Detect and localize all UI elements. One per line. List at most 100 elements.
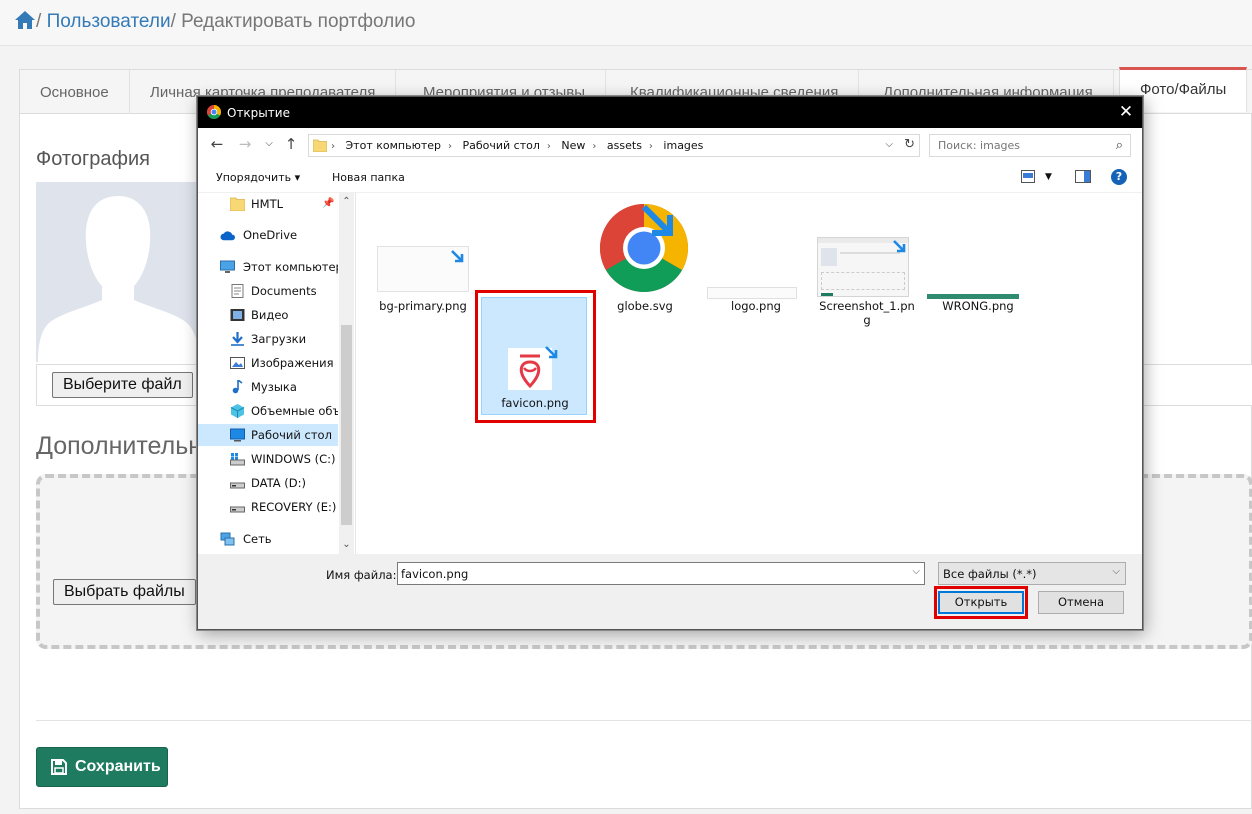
drive-icon	[230, 482, 245, 489]
file-item-bg-primary[interactable]: bg-primary.png	[370, 201, 476, 319]
help-icon[interactable]: ?	[1111, 169, 1127, 185]
path-segment[interactable]: New	[561, 139, 585, 152]
breadcrumb-separator: /	[170, 11, 176, 32]
new-folder-button[interactable]: Новая папка	[332, 171, 405, 184]
dialog-title: Открытие	[227, 106, 290, 120]
additional-section-title: Дополнительны	[36, 432, 220, 460]
network-icon	[220, 532, 235, 546]
close-icon[interactable]: ✕	[1110, 97, 1142, 128]
forward-arrow-icon[interactable]: →	[236, 135, 254, 153]
nav-item-onedrive[interactable]: OneDrive	[198, 224, 338, 246]
shortcut-arrow-icon	[893, 240, 906, 253]
photo-section-title: Фотография	[36, 148, 150, 170]
filename-value: favicon.png	[401, 567, 469, 581]
file-item-wrong[interactable]: WRONG.png	[925, 201, 1031, 319]
scrollbar-thumb[interactable]	[341, 325, 352, 525]
nav-item-3d-objects[interactable]: Объемные объ	[198, 400, 338, 422]
search-input[interactable]: Поиск: images ⌕	[929, 134, 1131, 157]
breadcrumb-users-link[interactable]: Пользователи	[47, 11, 171, 32]
tab-general[interactable]: Основное	[20, 70, 130, 114]
breadcrumb-current: Редактировать портфолио	[181, 11, 416, 32]
address-path: › Этот компьютер › Рабочий стол › New › ass…	[331, 139, 704, 152]
chevron-down-icon[interactable]: ⌵	[1112, 566, 1120, 577]
file-list: bg-primary.png favicon.png globe.svg log…	[356, 193, 1142, 554]
command-bar: Упорядочить ▾ Новая папка ▼ ?	[198, 162, 1142, 193]
folder-icon	[230, 197, 245, 211]
filename-label: Имя файла:	[326, 568, 397, 582]
top-bar: / Пользователи/ Редактировать портфолио	[0, 0, 1252, 46]
dialog-nav-bar: ← → ⌵ ↑ › Этот компьютер › Рабочий стол › …	[198, 128, 1142, 162]
nav-item-drive-c[interactable]: WINDOWS (C:)	[198, 448, 338, 470]
file-item-logo[interactable]: logo.png	[703, 201, 809, 319]
choose-file-button[interactable]: Выберите файл	[52, 372, 193, 398]
nav-item-this-pc[interactable]: Этот компьютер	[198, 256, 338, 278]
scroll-down-icon[interactable]: ⌄	[339, 538, 354, 552]
cloud-icon	[220, 231, 235, 241]
nav-item-video[interactable]: Видео	[198, 304, 338, 326]
organize-button[interactable]: Упорядочить ▾	[216, 171, 300, 184]
shortcut-arrow-icon	[451, 250, 464, 263]
chrome-icon	[207, 105, 221, 119]
avatar	[36, 182, 201, 362]
nav-item-network[interactable]: Сеть	[198, 528, 338, 550]
recent-dropdown-icon[interactable]: ⌵	[260, 135, 278, 153]
filename-input[interactable]: favicon.png ⌵	[397, 562, 925, 585]
dialog-footer: Имя файла: favicon.png ⌵ Все файлы (*.*)…	[198, 554, 1142, 629]
avatar-silhouette-icon	[38, 196, 199, 362]
nav-item-pictures[interactable]: Изображения	[198, 352, 338, 374]
address-dropdown-icon[interactable]: ⌵	[885, 139, 893, 150]
cancel-button[interactable]: Отмена	[1038, 591, 1124, 614]
preview-pane-icon[interactable]	[1075, 170, 1091, 183]
nav-item-drive-d[interactable]: DATA (D:)	[198, 472, 338, 494]
file-type-select[interactable]: Все файлы (*.*) ⌵	[938, 562, 1126, 585]
file-name: globe.svg	[617, 299, 673, 313]
search-placeholder: Поиск: images	[938, 139, 1021, 152]
music-icon	[232, 380, 243, 394]
divider	[36, 720, 1252, 721]
nav-item-desktop[interactable]: Рабочий стол	[198, 424, 338, 446]
floppy-disk-icon	[51, 759, 67, 775]
save-button-label: Сохранить	[75, 758, 161, 775]
file-item-screenshot[interactable]: Screenshot_1.png	[814, 201, 920, 327]
pictures-icon	[230, 357, 245, 369]
view-options-icon[interactable]	[1021, 170, 1035, 183]
document-icon	[231, 284, 244, 298]
view-dropdown-icon[interactable]: ▼	[1045, 172, 1052, 182]
back-arrow-icon[interactable]: ←	[208, 135, 226, 153]
dialog-title-bar[interactable]: Открытие ✕	[198, 97, 1142, 128]
nav-item-documents[interactable]: Documents	[198, 280, 338, 302]
open-button-highlight	[934, 586, 1028, 619]
file-item-globe[interactable]: globe.svg	[592, 201, 698, 319]
path-segment[interactable]: assets	[607, 139, 642, 152]
path-segment[interactable]: images	[663, 139, 703, 152]
scroll-up-icon[interactable]: ⌃	[339, 195, 354, 209]
selection-highlight	[475, 290, 596, 423]
navigation-pane: HMTL 📌 OneDrive Этот компьютер Documents…	[198, 193, 354, 554]
computer-icon	[220, 260, 235, 273]
path-segment[interactable]: Рабочий стол	[463, 139, 540, 152]
file-name: bg-primary.png	[379, 299, 467, 313]
path-segment[interactable]: Этот компьютер	[346, 139, 442, 152]
save-button[interactable]: Сохранить	[36, 747, 168, 787]
file-type-value: Все файлы (*.*)	[943, 567, 1037, 581]
shortcut-arrow-icon	[641, 204, 673, 236]
image-thumbnail	[707, 287, 797, 299]
nav-item-drive-e[interactable]: RECOVERY (E:)	[198, 496, 338, 518]
breadcrumb: / Пользователи/ Редактировать портфолио	[14, 10, 415, 33]
navigation-scrollbar[interactable]: ⌃ ⌄	[339, 193, 354, 554]
nav-item-hmtl[interactable]: HMTL 📌	[198, 193, 338, 215]
home-icon[interactable]	[14, 10, 36, 30]
address-bar[interactable]: › Этот компьютер › Рабочий стол › New › ass…	[308, 134, 920, 157]
chevron-down-icon[interactable]: ⌵	[912, 566, 920, 577]
refresh-icon[interactable]: ↻	[904, 137, 915, 152]
file-name: Screenshot_1.png	[819, 299, 915, 327]
nav-item-downloads[interactable]: Загрузки	[198, 328, 338, 350]
3d-objects-icon	[230, 404, 245, 418]
search-icon: ⌕	[1115, 138, 1123, 153]
drive-icon	[230, 453, 245, 466]
choose-files-button[interactable]: Выбрать файлы	[53, 579, 196, 605]
breadcrumb-separator: /	[36, 11, 42, 32]
up-arrow-icon[interactable]: ↑	[282, 135, 300, 153]
nav-item-music[interactable]: Музыка	[198, 376, 338, 398]
pin-icon: 📌	[322, 198, 335, 209]
